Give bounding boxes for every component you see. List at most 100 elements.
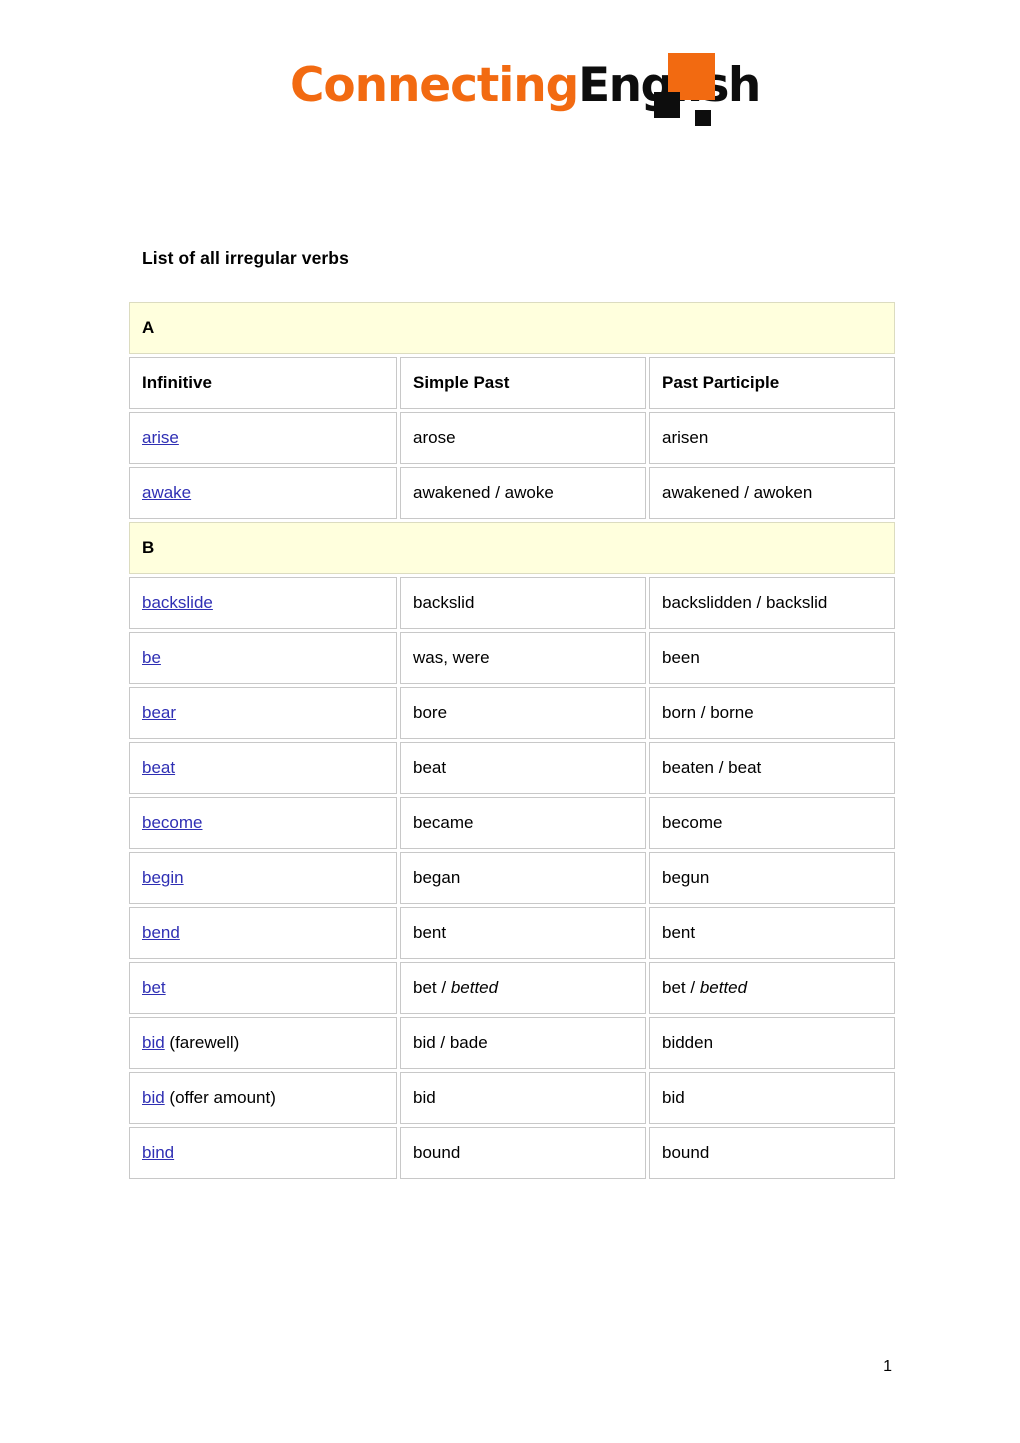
table-row: bind bound bound [129,1127,896,1179]
cell-infinitive: bid (offer amount) [129,1072,397,1124]
cell-simple-past: bid [400,1072,646,1124]
cell-simple-past: beat [400,742,646,794]
simple-past-text: backslid [413,593,475,613]
past-participle-text: become [662,813,723,833]
logo-graphic: ConnectingEnglish [290,48,761,144]
cell-past-participle: been [649,632,896,684]
cell-past-participle: begun [649,852,896,904]
column-header-infinitive: Infinitive [129,357,397,409]
site-logo: ConnectingEnglish [0,48,1020,144]
simple-past-text: began [413,868,461,888]
verb-link[interactable]: bend [142,923,180,942]
past-participle-text: bet / [662,978,700,998]
cell-past-participle: bent [649,907,896,959]
cell-infinitive: backslide [129,577,397,629]
simple-past-text: bid [413,1088,436,1108]
cell-infinitive: become [129,797,397,849]
simple-past-text: became [413,813,474,833]
cell-simple-past: was, were [400,632,646,684]
table-row: be was, were been [129,632,896,684]
simple-past-text: bent [413,923,447,943]
cell-simple-past: became [400,797,646,849]
past-participle-text: begun [662,868,710,888]
cell-simple-past: began [400,852,646,904]
simple-past-italic: betted [450,978,499,998]
simple-past-text: beat [413,758,447,778]
cell-simple-past: bore [400,687,646,739]
simple-past-text: bore [413,703,448,723]
verb-note: (farewell) [164,1033,240,1053]
verb-link[interactable]: bid [142,1033,165,1052]
verb-link[interactable]: backslide [142,593,213,612]
cell-infinitive: bear [129,687,397,739]
cell-past-participle: become [649,797,896,849]
cell-past-participle: bet / betted [649,962,896,1014]
verb-link[interactable]: be [142,648,161,667]
table-row: bend bent bent [129,907,896,959]
cell-simple-past: bent [400,907,646,959]
past-participle-text: awakened / awoken [662,483,813,503]
simple-past-text: arose [413,428,456,448]
cell-past-participle: backslidden / backslid [649,577,896,629]
cell-simple-past: backslid [400,577,646,629]
cell-infinitive: bet [129,962,397,1014]
cell-past-participle: awakened / awoken [649,467,896,519]
cell-infinitive: arise [129,412,397,464]
section-label-b: B [129,522,896,574]
past-participle-italic: betted [699,978,748,998]
simple-past-text: was, were [413,648,490,668]
past-participle-text: arisen [662,428,709,448]
cell-infinitive: bind [129,1127,397,1179]
past-participle-text: born / borne [662,703,754,723]
past-participle-text: backslidden / backslid [662,593,828,613]
cell-infinitive: awake [129,467,397,519]
simple-past-text: bound [413,1143,461,1163]
verb-link[interactable]: arise [142,428,179,447]
verb-note: (offer amount) [164,1088,276,1108]
verb-link[interactable]: begin [142,868,184,887]
cell-infinitive: bid (farewell) [129,1017,397,1069]
column-header-past-participle: Past Participle [649,357,896,409]
simple-past-text: awakened / awoke [413,483,554,503]
cell-infinitive: be [129,632,397,684]
past-participle-text: bid [662,1088,685,1108]
cell-simple-past: arose [400,412,646,464]
verb-link[interactable]: bear [142,703,176,722]
cell-past-participle: bidden [649,1017,896,1069]
past-participle-text: beaten / beat [662,758,762,778]
table-row: bid (farewell) bid / bade bidden [129,1017,896,1069]
cell-infinitive: bend [129,907,397,959]
black-square-large-icon [654,92,680,118]
page-number: 1 [883,1358,892,1375]
verb-link[interactable]: awake [142,483,191,502]
section-header-row-a: A [129,302,896,354]
verb-link[interactable]: become [142,813,202,832]
column-header-simple-past: Simple Past [400,357,646,409]
cell-past-participle: bid [649,1072,896,1124]
cell-past-participle: bound [649,1127,896,1179]
cell-infinitive: beat [129,742,397,794]
table-row: bear bore born / borne [129,687,896,739]
table-body: A Infinitive Simple Past Past Participle… [129,302,896,1179]
cell-simple-past: bid / bade [400,1017,646,1069]
verb-link[interactable]: beat [142,758,175,777]
verb-link[interactable]: bet [142,978,166,997]
past-participle-text: bound [662,1143,710,1163]
page-title: List of all irregular verbs [142,248,349,268]
verb-link[interactable]: bind [142,1143,174,1162]
section-label-a: A [129,302,896,354]
logo-word-connecting: Connecting [290,58,579,113]
table-row: begin began begun [129,852,896,904]
black-square-small-icon [695,110,711,126]
table-row: backslide backslid backslidden / backsli… [129,577,896,629]
cell-past-participle: arisen [649,412,896,464]
cell-past-participle: born / borne [649,687,896,739]
simple-past-text: bid / bade [413,1033,488,1053]
verb-link[interactable]: bid [142,1088,165,1107]
past-participle-text: bidden [662,1033,714,1053]
simple-past-text: bet / [413,978,451,998]
table-row: arise arose arisen [129,412,896,464]
table-row: awake awakened / awoke awakened / awoken [129,467,896,519]
past-participle-text: bent [662,923,696,943]
cell-simple-past: awakened / awoke [400,467,646,519]
